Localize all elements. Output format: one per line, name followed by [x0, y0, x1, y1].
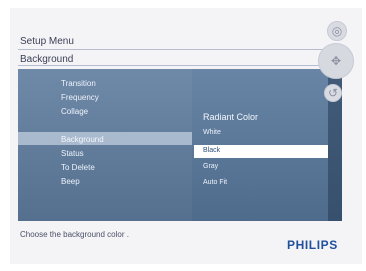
menu-panel: Transition Frequency Collage Background … — [18, 69, 342, 221]
left-menu-panel — [18, 69, 192, 221]
settings-icon: ◎ — [331, 24, 343, 38]
submenu-option-black[interactable]: Black — [203, 147, 220, 154]
submenu-title: Radiant Color — [203, 112, 259, 122]
instruction-text: Choose the background color . — [20, 230, 129, 239]
selected-menu-bar[interactable] — [18, 132, 192, 145]
title-divider — [18, 49, 336, 50]
menu-item-beep[interactable]: Beep — [61, 177, 80, 186]
menu-item-collage[interactable]: Collage — [61, 107, 88, 116]
menu-item-background[interactable]: Background — [61, 135, 104, 144]
setup-menu-title: Setup Menu — [20, 36, 74, 47]
menu-item-status[interactable]: Status — [61, 149, 84, 158]
submenu-option-gray[interactable]: Gray — [203, 163, 218, 170]
submenu-option-white[interactable]: White — [203, 129, 221, 136]
navigation-pad-icon: ✥ — [330, 54, 342, 68]
submenu-option-auto-fit[interactable]: Auto Fit — [203, 179, 227, 186]
menu-item-to-delete[interactable]: To Delete — [61, 163, 95, 172]
menu-item-transition[interactable]: Transition — [61, 79, 96, 88]
menu-item-frequency[interactable]: Frequency — [61, 93, 99, 102]
back-button[interactable]: ↺ — [324, 84, 342, 102]
background-subtitle: Background — [20, 54, 74, 65]
back-icon: ↺ — [327, 86, 339, 100]
brand-logo: PHILIPS — [287, 238, 338, 252]
navigation-pad[interactable]: ✥ — [318, 43, 354, 79]
subtitle-divider — [18, 65, 336, 66]
settings-button[interactable]: ◎ — [327, 21, 347, 41]
